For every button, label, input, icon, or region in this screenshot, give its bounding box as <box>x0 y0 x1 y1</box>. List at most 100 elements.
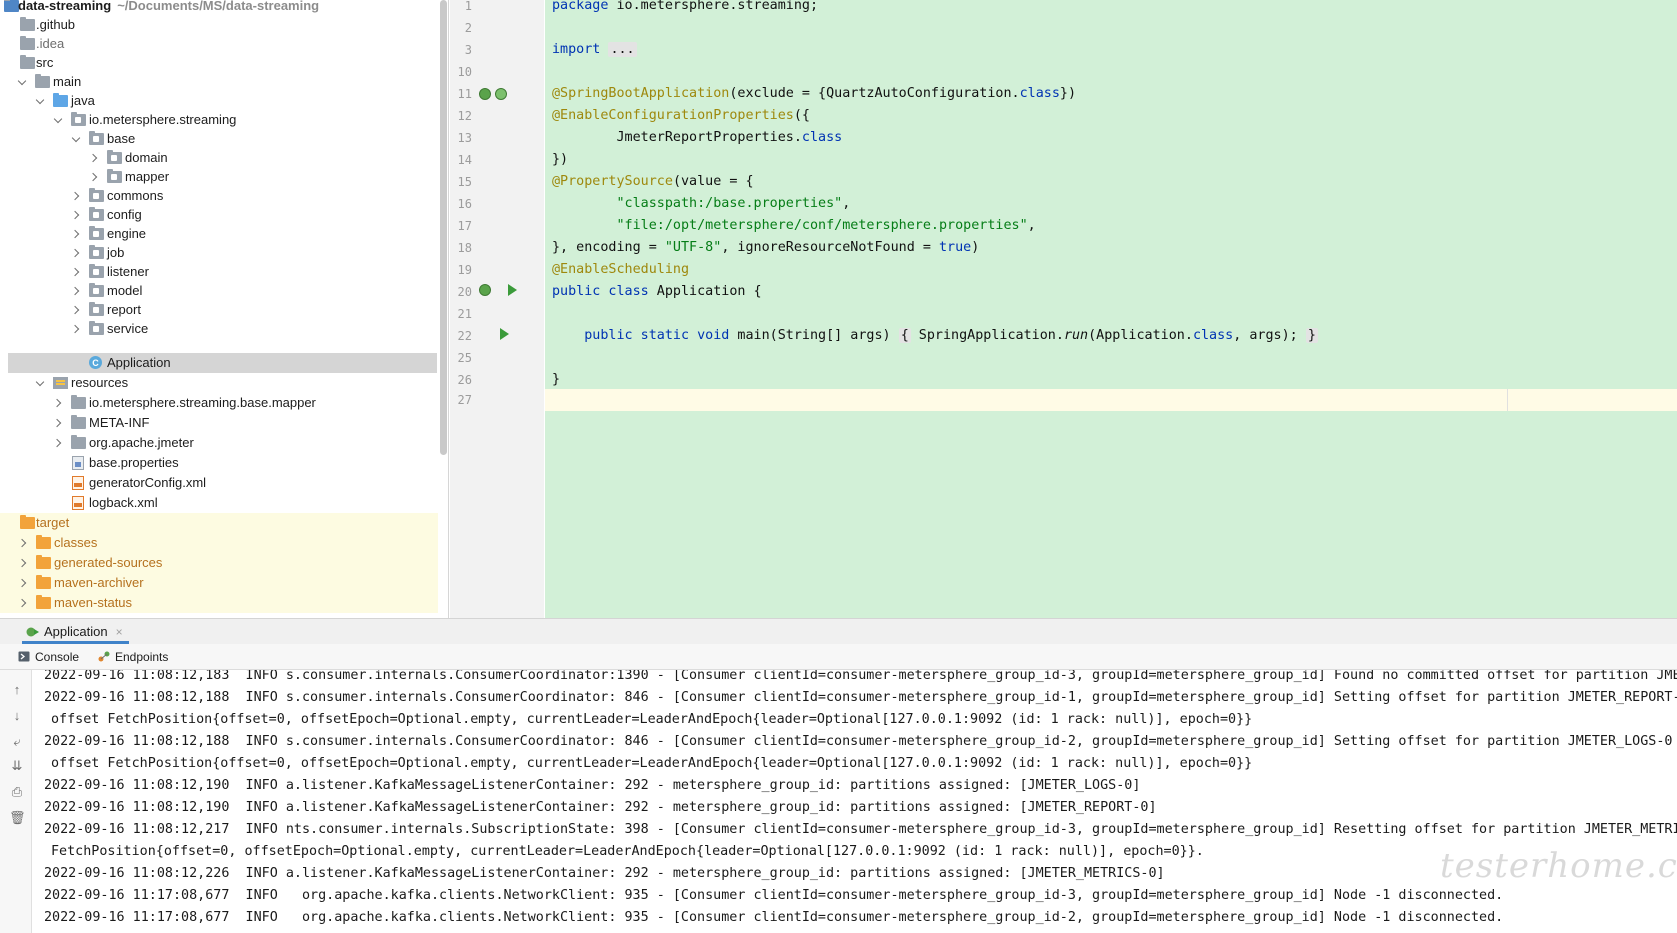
panel-divider[interactable] <box>448 0 449 618</box>
tree-item-idea[interactable]: .idea <box>8 34 438 54</box>
chevron-right-icon[interactable] <box>71 300 83 320</box>
line-number: 18 <box>457 241 472 255</box>
source-folder-icon <box>53 93 68 107</box>
chevron-down-icon[interactable] <box>53 110 65 130</box>
chevron-right-icon[interactable] <box>53 433 65 453</box>
console-output[interactable]: ↑ ↓ ⤶ ⇊ ⎙ 🗑 2022-09-16 11:08:12,183 INFO… <box>0 670 1677 933</box>
tree-item-meta-inf[interactable]: META-INF <box>8 413 438 433</box>
tree-item-target[interactable]: target <box>0 513 438 533</box>
tree-item-listener[interactable]: listener <box>8 262 438 282</box>
scroll-down-icon[interactable]: ↓ <box>9 708 25 724</box>
tree-item-label: org.apache.jmeter <box>89 435 194 450</box>
print-icon[interactable]: ⎙ <box>9 784 25 800</box>
chevron-right-icon[interactable] <box>89 148 101 168</box>
tree-item-classes[interactable]: classes <box>0 533 438 553</box>
chevron-right-icon[interactable] <box>71 319 83 339</box>
chevron-down-icon[interactable] <box>35 91 47 111</box>
chevron-right-icon[interactable] <box>53 413 65 433</box>
tree-item-resources[interactable]: resources <box>8 373 438 393</box>
line-number: 21 <box>457 307 472 321</box>
chevron-right-icon[interactable] <box>71 281 83 301</box>
package-icon <box>89 283 104 297</box>
tree-item-config[interactable]: config <box>8 205 438 225</box>
package-icon <box>89 245 104 259</box>
tree-item-label: generated-sources <box>54 555 163 570</box>
tree-item-base-properties[interactable]: base.properties <box>8 453 438 473</box>
tree-item-commons[interactable]: commons <box>8 186 438 206</box>
close-icon[interactable]: × <box>116 625 123 639</box>
tree-item-job[interactable]: job <box>8 243 438 263</box>
tree-item-domain[interactable]: domain <box>8 148 438 168</box>
trash-icon[interactable]: 🗑 <box>9 810 26 826</box>
chevron-right-icon[interactable] <box>18 593 30 613</box>
tree-item-model[interactable]: model <box>8 281 438 301</box>
tree-item-github[interactable]: .github <box>8 15 438 35</box>
chevron-right-icon[interactable] <box>53 393 65 413</box>
excluded-folder-icon <box>36 535 51 549</box>
tree-item-base-mapper[interactable]: io.metersphere.streaming.base.mapper <box>8 393 438 413</box>
folder-icon <box>71 395 86 409</box>
line-number: 27 <box>457 393 472 407</box>
folded-imports[interactable]: ... <box>608 42 637 57</box>
tree-item-service[interactable]: service <box>8 319 438 339</box>
chevron-right-icon[interactable] <box>71 262 83 282</box>
code-line: import ... <box>552 42 637 57</box>
tree-item-label: main <box>53 74 82 89</box>
folder-icon <box>71 415 86 429</box>
chevron-right-icon[interactable] <box>18 573 30 593</box>
run-toolwindow-header: Application × <box>0 618 1677 644</box>
chevron-right-icon[interactable] <box>89 167 101 187</box>
tree-item-org-apache-jmeter[interactable]: org.apache.jmeter <box>8 433 438 453</box>
tree-item-java[interactable]: java <box>8 91 438 111</box>
code-line: @EnableScheduling <box>552 262 690 277</box>
line-number: 14 <box>457 153 472 167</box>
chevron-right-icon[interactable] <box>71 243 83 263</box>
tree-item-maven-archiver[interactable]: maven-archiver <box>0 573 438 593</box>
folder-icon <box>20 17 35 31</box>
log-line: offset FetchPosition{offset=0, offsetEpo… <box>51 756 1253 771</box>
tree-item-main[interactable]: main <box>8 72 438 92</box>
spring-bean-icon[interactable] <box>479 88 491 100</box>
tab-console[interactable]: Console <box>18 644 79 670</box>
excluded-folder-icon <box>36 555 51 569</box>
line-number: 15 <box>457 175 472 189</box>
tree-item-generated-sources[interactable]: generated-sources <box>0 553 438 573</box>
tree-item-label: maven-status <box>54 595 133 610</box>
code-line: package io.metersphere.streaming; <box>552 0 819 13</box>
tree-scrollbar[interactable] <box>440 0 447 455</box>
code-line: JmeterReportProperties.class <box>552 130 843 145</box>
line-number: 1 <box>464 0 472 13</box>
chevron-down-icon[interactable] <box>35 373 47 393</box>
tree-item-generator-config[interactable]: generatorConfig.xml <box>8 473 438 493</box>
chevron-right-icon[interactable] <box>71 224 83 244</box>
chevron-down-icon[interactable] <box>71 129 83 149</box>
code-line: "file:/opt/metersphere/conf/metersphere.… <box>616 218 1036 233</box>
tree-item-src[interactable]: src <box>8 53 438 73</box>
tree-item-application[interactable]: Application <box>8 353 437 373</box>
spring-bean-icon[interactable] <box>479 284 491 296</box>
tree-root[interactable]: data-streaming ~/Documents/MS/data-stream… <box>4 0 438 16</box>
soft-wrap-icon[interactable]: ⤶ <box>9 734 25 750</box>
tree-item-engine[interactable]: engine <box>8 224 438 244</box>
tree-item-package[interactable]: io.metersphere.streaming <box>8 110 438 130</box>
chevron-down-icon[interactable] <box>17 72 29 92</box>
tree-item-mapper[interactable]: mapper <box>8 167 438 187</box>
line-number: 13 <box>457 131 472 145</box>
console-toolbar: ↑ ↓ ⤶ ⇊ ⎙ 🗑 <box>0 670 32 933</box>
scroll-to-end-icon[interactable]: ⇊ <box>9 758 25 774</box>
run-icon[interactable] <box>500 328 509 340</box>
run-tab-application[interactable]: Application × <box>22 619 129 644</box>
tree-item-maven-status[interactable]: maven-status <box>0 593 438 613</box>
scroll-up-icon[interactable]: ↑ <box>9 682 25 698</box>
chevron-right-icon[interactable] <box>18 533 30 553</box>
chevron-right-icon[interactable] <box>71 186 83 206</box>
tree-item-base[interactable]: base <box>8 129 438 149</box>
chevron-right-icon[interactable] <box>18 553 30 573</box>
chevron-right-icon[interactable] <box>71 205 83 225</box>
tab-endpoints[interactable]: Endpoints <box>98 644 168 670</box>
spring-boot-icon[interactable] <box>495 88 507 100</box>
tree-item-label: resources <box>71 375 129 390</box>
run-icon[interactable] <box>508 284 517 296</box>
tree-item-logback[interactable]: logback.xml <box>8 493 438 513</box>
tree-item-report[interactable]: report <box>8 300 438 320</box>
